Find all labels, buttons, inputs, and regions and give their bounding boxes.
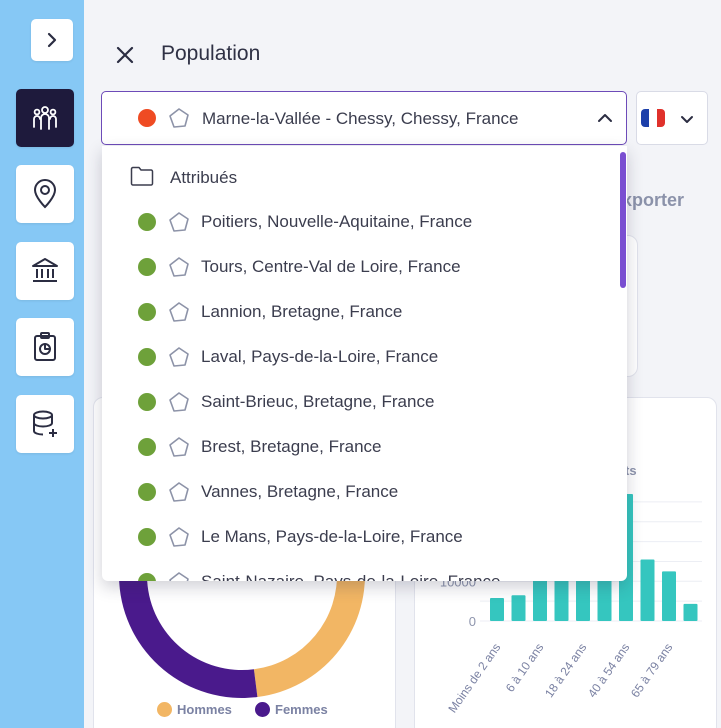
location-pin-icon [33, 179, 57, 209]
option-status-dot [138, 348, 156, 366]
dropdown-option[interactable]: Vannes, Bretagne, France [102, 470, 627, 514]
option-label: Poitiers, Nouvelle-Aquitaine, France [201, 212, 473, 231]
bank-icon [32, 258, 58, 282]
bar[interactable] [662, 571, 676, 621]
legend-swatch-femmes [255, 702, 270, 717]
option-status-dot [138, 303, 156, 321]
option-label: Saint-Nazaire, Pays-de-la-Loire, France [201, 572, 501, 581]
bar[interactable] [511, 595, 526, 621]
database-add-icon [33, 410, 57, 437]
chevron-down-icon[interactable] [679, 112, 695, 128]
chevron-up-icon[interactable] [597, 110, 613, 126]
x-tick-label: 6 à 10 ans [503, 641, 547, 695]
dropdown-option[interactable]: Tours, Centre-Val de Loire, France [102, 245, 627, 289]
polygon-icon [169, 482, 189, 502]
legend-swatch-hommes [157, 702, 172, 717]
y-tick-label: 0 [469, 614, 476, 629]
x-tick-label: 40 à 54 ans [585, 641, 632, 700]
nav-population-button[interactable] [16, 89, 74, 147]
option-status-dot [138, 213, 156, 231]
option-label: Laval, Pays-de-la-Loire, France [201, 347, 439, 366]
polygon-icon [169, 527, 189, 547]
selected-location-label: Marne-la-Vallée - Chessy, Chessy, France [202, 109, 519, 128]
legend-label-femmes: Femmes [275, 702, 328, 717]
option-status-dot [138, 393, 156, 411]
nav-data-button[interactable] [16, 395, 74, 453]
bar[interactable] [490, 597, 504, 621]
polygon-icon [169, 392, 189, 412]
x-tick-label: 65 à 79 ans [628, 641, 675, 700]
selected-status-dot [138, 109, 156, 127]
expand-rail-button[interactable] [31, 19, 73, 61]
dropdown-option[interactable]: Laval, Pays-de-la-Loire, France [102, 335, 627, 379]
side-rail [0, 0, 84, 728]
close-icon [116, 46, 134, 64]
option-label: Vannes, Bretagne, France [201, 482, 399, 501]
legend-label-hommes: Hommes [177, 702, 232, 717]
dropdown-option[interactable]: Saint-Nazaire, Pays-de-la-Loire, France [102, 560, 627, 581]
close-panel-button[interactable] [114, 44, 136, 66]
chevron-right-icon [47, 32, 57, 48]
option-status-dot [138, 483, 156, 501]
option-status-dot [138, 528, 156, 546]
dropdown-option[interactable]: Poitiers, Nouvelle-Aquitaine, France [102, 200, 627, 244]
dropdown-option[interactable]: Lannion, Bretagne, France [102, 290, 627, 334]
france-flag-icon [641, 109, 665, 127]
x-tick-label: 18 à 24 ans [542, 641, 589, 700]
bar[interactable] [640, 559, 655, 621]
nav-institution-button[interactable] [16, 242, 74, 300]
polygon-icon [169, 572, 189, 581]
dropdown-option[interactable]: Brest, Bretagne, France [102, 425, 627, 469]
bar[interactable] [533, 579, 547, 621]
option-label: Tours, Centre-Val de Loire, France [201, 257, 461, 276]
option-status-dot [138, 573, 156, 581]
dropdown-option[interactable]: Le Mans, Pays-de-la-Loire, France [102, 515, 627, 559]
nav-location-button[interactable] [16, 165, 74, 223]
option-status-dot [138, 258, 156, 276]
polygon-icon [169, 437, 189, 457]
dropdown-option[interactable]: Saint-Brieuc, Bretagne, France [102, 380, 627, 424]
polygon-icon [169, 302, 189, 322]
bar[interactable] [683, 603, 698, 621]
legend-item-hommes: Hommes [157, 702, 232, 717]
option-label: Brest, Bretagne, France [201, 437, 382, 456]
polygon-icon [169, 212, 189, 232]
page-title: Population [161, 42, 261, 65]
legend-item-femmes: Femmes [255, 702, 328, 717]
folder-icon [130, 166, 154, 186]
option-label: Saint-Brieuc, Bretagne, France [201, 392, 435, 411]
option-label: Le Mans, Pays-de-la-Loire, France [201, 527, 463, 546]
clipboard-chart-icon [34, 332, 56, 361]
polygon-icon [169, 257, 189, 277]
option-label: Lannion, Bretagne, France [201, 302, 403, 321]
polygon-icon [169, 108, 189, 128]
polygon-icon [169, 347, 189, 367]
nav-report-button[interactable] [16, 318, 74, 376]
dropdown-group-label: Attribués [170, 168, 238, 187]
export-button[interactable]: xporter [622, 190, 684, 211]
x-tick-label: Moins de 2 ans [445, 641, 503, 716]
option-status-dot [138, 438, 156, 456]
population-icon [33, 106, 57, 130]
